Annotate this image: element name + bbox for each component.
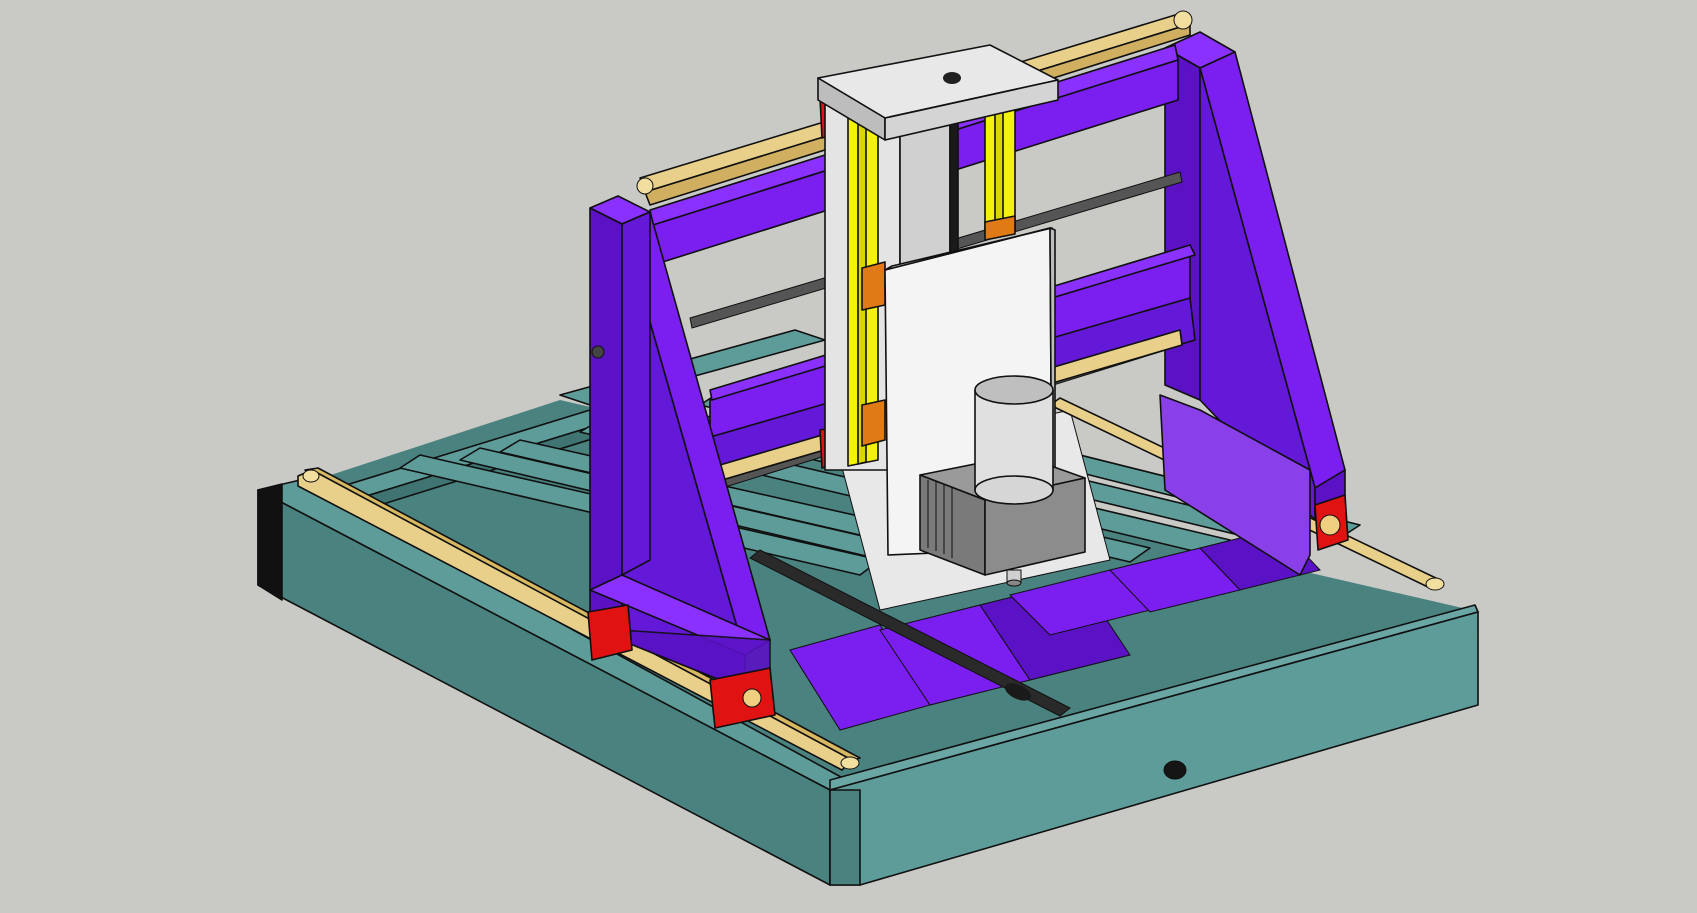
cnc-router-drawing [257,10,1480,886]
right-bearing-blocks [1314,494,1349,551]
gantry-bolt-icon [591,345,605,359]
3d-model-viewport[interactable] [0,0,1697,913]
frame-bolt-icon [1163,760,1187,780]
